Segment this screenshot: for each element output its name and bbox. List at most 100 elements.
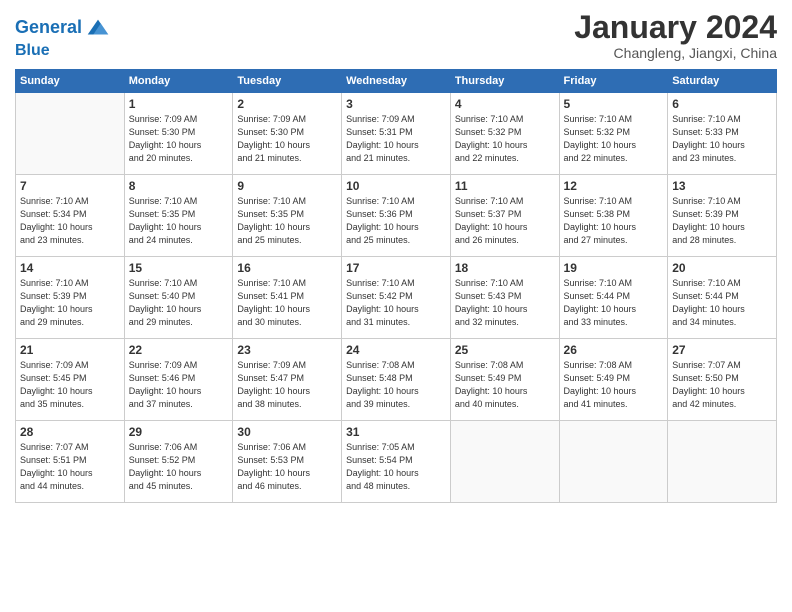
- day-number: 23: [237, 343, 337, 357]
- day-number: 30: [237, 425, 337, 439]
- day-info: Sunrise: 7:09 AM Sunset: 5:30 PM Dayligh…: [129, 113, 229, 165]
- calendar-cell: 21 Sunrise: 7:09 AM Sunset: 5:45 PM Dayli…: [16, 339, 125, 421]
- calendar-cell: 25 Sunrise: 7:08 AM Sunset: 5:49 PM Dayli…: [450, 339, 559, 421]
- day-number: 4: [455, 97, 555, 111]
- calendar-cell: 27Sunrise: 7:07 AM Sunset: 5:50 PM Dayli…: [668, 339, 777, 421]
- day-info: Sunrise: 7:10 AM Sunset: 5:35 PM Dayligh…: [237, 195, 337, 247]
- day-info: Sunrise: 7:10 AM Sunset: 5:34 PM Dayligh…: [20, 195, 120, 247]
- calendar-cell: 12 Sunrise: 7:10 AM Sunset: 5:38 PM Dayli…: [559, 175, 668, 257]
- day-number: 13: [672, 179, 772, 193]
- day-info: Sunrise: 7:10 AM Sunset: 5:39 PM Dayligh…: [672, 195, 772, 247]
- calendar-cell: 29 Sunrise: 7:06 AM Sunset: 5:52 PM Dayli…: [124, 421, 233, 503]
- header: General Blue January 2024 Changleng, Jia…: [15, 10, 777, 61]
- day-number: 1: [129, 97, 229, 111]
- calendar-cell: [450, 421, 559, 503]
- subtitle: Changleng, Jiangxi, China: [574, 45, 777, 61]
- calendar-cell: 7 Sunrise: 7:10 AM Sunset: 5:34 PM Daylig…: [16, 175, 125, 257]
- calendar-cell: 5 Sunrise: 7:10 AM Sunset: 5:32 PM Daylig…: [559, 93, 668, 175]
- day-info: Sunrise: 7:09 AM Sunset: 5:31 PM Dayligh…: [346, 113, 446, 165]
- calendar-cell: 20 Sunrise: 7:10 AM Sunset: 5:44 PM Dayli…: [668, 257, 777, 339]
- calendar-cell: 2Sunrise: 7:09 AM Sunset: 5:30 PM Daylig…: [233, 93, 342, 175]
- calendar-table: SundayMondayTuesdayWednesdayThursdayFrid…: [15, 69, 777, 503]
- header-cell-tuesday: Tuesday: [233, 70, 342, 93]
- calendar-cell: 4 Sunrise: 7:10 AM Sunset: 5:32 PM Daylig…: [450, 93, 559, 175]
- day-number: 3: [346, 97, 446, 111]
- day-number: 6: [672, 97, 772, 111]
- day-number: 9: [237, 179, 337, 193]
- day-number: 26: [564, 343, 664, 357]
- day-number: 20: [672, 261, 772, 275]
- calendar-cell: [668, 421, 777, 503]
- calendar-cell: 26Sunrise: 7:08 AM Sunset: 5:49 PM Dayli…: [559, 339, 668, 421]
- day-number: 27: [672, 343, 772, 357]
- day-number: 31: [346, 425, 446, 439]
- logo-icon: [84, 14, 112, 42]
- day-info: Sunrise: 7:09 AM Sunset: 5:45 PM Dayligh…: [20, 359, 120, 411]
- day-number: 19: [564, 261, 664, 275]
- calendar-cell: 9 Sunrise: 7:10 AM Sunset: 5:35 PM Daylig…: [233, 175, 342, 257]
- day-info: Sunrise: 7:06 AM Sunset: 5:52 PM Dayligh…: [129, 441, 229, 493]
- day-info: Sunrise: 7:10 AM Sunset: 5:33 PM Dayligh…: [672, 113, 772, 165]
- day-number: 15: [129, 261, 229, 275]
- calendar-cell: 13 Sunrise: 7:10 AM Sunset: 5:39 PM Dayli…: [668, 175, 777, 257]
- day-info: Sunrise: 7:10 AM Sunset: 5:39 PM Dayligh…: [20, 277, 120, 329]
- day-info: Sunrise: 7:08 AM Sunset: 5:49 PM Dayligh…: [455, 359, 555, 411]
- header-cell-thursday: Thursday: [450, 70, 559, 93]
- day-info: Sunrise: 7:10 AM Sunset: 5:38 PM Dayligh…: [564, 195, 664, 247]
- day-info: Sunrise: 7:05 AM Sunset: 5:54 PM Dayligh…: [346, 441, 446, 493]
- calendar-week-3: 21 Sunrise: 7:09 AM Sunset: 5:45 PM Dayli…: [16, 339, 777, 421]
- logo: General Blue: [15, 14, 112, 60]
- calendar-cell: [16, 93, 125, 175]
- calendar-cell: 6 Sunrise: 7:10 AM Sunset: 5:33 PM Daylig…: [668, 93, 777, 175]
- day-number: 28: [20, 425, 120, 439]
- day-info: Sunrise: 7:10 AM Sunset: 5:44 PM Dayligh…: [564, 277, 664, 329]
- day-number: 21: [20, 343, 120, 357]
- calendar-week-2: 14 Sunrise: 7:10 AM Sunset: 5:39 PM Dayli…: [16, 257, 777, 339]
- calendar-cell: 3 Sunrise: 7:09 AM Sunset: 5:31 PM Daylig…: [342, 93, 451, 175]
- day-number: 29: [129, 425, 229, 439]
- day-info: Sunrise: 7:07 AM Sunset: 5:51 PM Dayligh…: [20, 441, 120, 493]
- calendar-cell: 30Sunrise: 7:06 AM Sunset: 5:53 PM Dayli…: [233, 421, 342, 503]
- day-number: 12: [564, 179, 664, 193]
- day-number: 8: [129, 179, 229, 193]
- calendar-cell: 15 Sunrise: 7:10 AM Sunset: 5:40 PM Dayli…: [124, 257, 233, 339]
- day-info: Sunrise: 7:10 AM Sunset: 5:35 PM Dayligh…: [129, 195, 229, 247]
- day-info: Sunrise: 7:10 AM Sunset: 5:40 PM Dayligh…: [129, 277, 229, 329]
- logo-text: General Blue: [15, 14, 112, 60]
- day-number: 16: [237, 261, 337, 275]
- calendar-cell: 31 Sunrise: 7:05 AM Sunset: 5:54 PM Dayli…: [342, 421, 451, 503]
- header-cell-friday: Friday: [559, 70, 668, 93]
- day-number: 25: [455, 343, 555, 357]
- calendar-header-row: SundayMondayTuesdayWednesdayThursdayFrid…: [16, 70, 777, 93]
- calendar-cell: 24Sunrise: 7:08 AM Sunset: 5:48 PM Dayli…: [342, 339, 451, 421]
- header-cell-saturday: Saturday: [668, 70, 777, 93]
- calendar-cell: 16 Sunrise: 7:10 AM Sunset: 5:41 PM Dayli…: [233, 257, 342, 339]
- day-info: Sunrise: 7:10 AM Sunset: 5:41 PM Dayligh…: [237, 277, 337, 329]
- calendar-cell: 1 Sunrise: 7:09 AM Sunset: 5:30 PM Daylig…: [124, 93, 233, 175]
- day-number: 22: [129, 343, 229, 357]
- day-number: 17: [346, 261, 446, 275]
- day-info: Sunrise: 7:09 AM Sunset: 5:46 PM Dayligh…: [129, 359, 229, 411]
- calendar-cell: 19 Sunrise: 7:10 AM Sunset: 5:44 PM Dayli…: [559, 257, 668, 339]
- day-number: 14: [20, 261, 120, 275]
- calendar-cell: 18Sunrise: 7:10 AM Sunset: 5:43 PM Dayli…: [450, 257, 559, 339]
- day-number: 2: [237, 97, 337, 111]
- day-number: 5: [564, 97, 664, 111]
- calendar-cell: 14 Sunrise: 7:10 AM Sunset: 5:39 PM Dayli…: [16, 257, 125, 339]
- day-info: Sunrise: 7:10 AM Sunset: 5:44 PM Dayligh…: [672, 277, 772, 329]
- calendar-cell: 17 Sunrise: 7:10 AM Sunset: 5:42 PM Dayli…: [342, 257, 451, 339]
- calendar-week-4: 28 Sunrise: 7:07 AM Sunset: 5:51 PM Dayli…: [16, 421, 777, 503]
- calendar-body: 1 Sunrise: 7:09 AM Sunset: 5:30 PM Daylig…: [16, 93, 777, 503]
- day-info: Sunrise: 7:10 AM Sunset: 5:42 PM Dayligh…: [346, 277, 446, 329]
- day-info: Sunrise: 7:10 AM Sunset: 5:32 PM Dayligh…: [564, 113, 664, 165]
- header-cell-wednesday: Wednesday: [342, 70, 451, 93]
- calendar-week-1: 7 Sunrise: 7:10 AM Sunset: 5:34 PM Daylig…: [16, 175, 777, 257]
- calendar-week-0: 1 Sunrise: 7:09 AM Sunset: 5:30 PM Daylig…: [16, 93, 777, 175]
- day-number: 11: [455, 179, 555, 193]
- calendar-cell: 8 Sunrise: 7:10 AM Sunset: 5:35 PM Daylig…: [124, 175, 233, 257]
- day-info: Sunrise: 7:10 AM Sunset: 5:32 PM Dayligh…: [455, 113, 555, 165]
- day-number: 7: [20, 179, 120, 193]
- calendar-container: General Blue January 2024 Changleng, Jia…: [0, 0, 792, 612]
- day-number: 10: [346, 179, 446, 193]
- calendar-cell: 10Sunrise: 7:10 AM Sunset: 5:36 PM Dayli…: [342, 175, 451, 257]
